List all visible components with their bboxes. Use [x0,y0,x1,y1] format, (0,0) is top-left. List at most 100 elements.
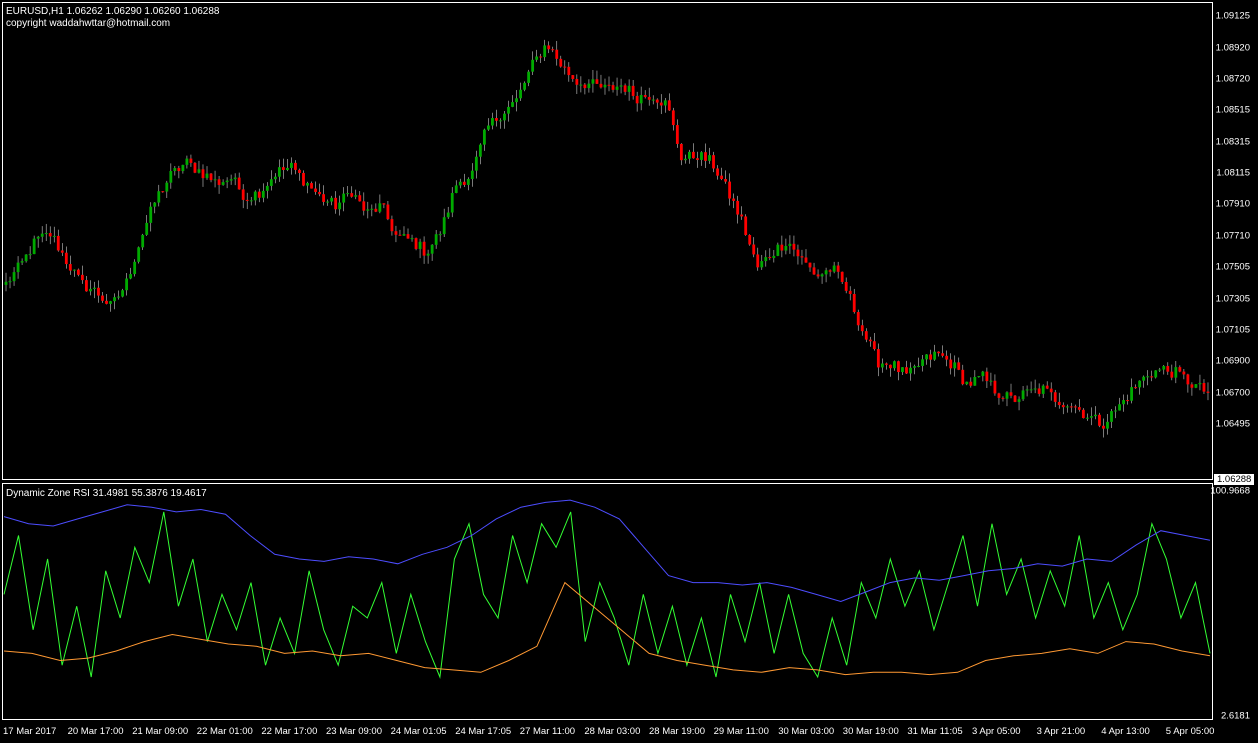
bull-candle [265,185,269,191]
bear-candle [80,274,84,281]
bear-candle [1049,388,1053,393]
bear-candle [161,191,165,193]
bear-candle [374,208,378,212]
bull-candle [688,151,691,159]
bull-candle [169,171,173,183]
bear-candle [1186,374,1190,385]
bear-candle [394,231,398,235]
bear-candle [68,264,72,271]
bear-candle [780,244,784,251]
bear-candle [318,191,321,195]
bear-candle [740,214,744,217]
price-tick-label: 1.06700 [1215,387,1250,399]
bull-candle [93,287,96,289]
bear-candle [362,201,366,211]
bull-candle [683,158,687,161]
bear-candle [1081,409,1085,419]
bear-candle [209,173,213,181]
bear-candle [1045,385,1049,389]
bull-candle [832,265,836,272]
bear-candle [800,256,804,258]
bull-candle [1194,384,1198,388]
bull-candle [619,85,623,87]
bull-candle [925,354,928,360]
chart-canvas[interactable] [0,0,1258,743]
bear-candle [852,293,856,313]
bear-candle [1069,406,1073,408]
price-tick-label: 1.06495 [1215,418,1250,430]
bear-candle [1013,395,1017,402]
bear-candle [828,270,832,272]
time-tick-label: 30 Mar 03:00 [778,726,835,737]
bear-candle [945,355,949,360]
bull-candle [225,180,229,183]
bear-candle [422,241,426,256]
time-tick-label: 5 Apr 05:00 [1165,726,1215,737]
bull-candle [933,351,937,360]
bear-candle [704,152,707,161]
bull-candle [1029,389,1033,391]
bull-candle [1065,406,1069,408]
bull-candle [454,185,458,193]
bull-candle [507,106,510,114]
bull-candle [921,359,924,366]
bull-candle [1110,411,1113,422]
bull-candle [109,301,112,304]
bear-candle [716,168,719,176]
bull-candle [133,261,137,275]
bear-candle [201,169,205,179]
bull-candle [603,84,607,88]
bull-candle [1146,376,1150,378]
bull-candle [511,102,514,107]
bull-candle [40,233,44,237]
bear-candle [848,290,852,294]
bull-candle [764,257,768,262]
bear-candle [748,234,752,245]
time-tick-label: 4 Apr 13:00 [1101,726,1150,737]
bull-candle [129,274,133,279]
bull-candle [1005,392,1009,399]
bear-candle [1057,401,1061,406]
bear-candle [599,83,603,88]
bear-candle [76,269,80,275]
bull-candle [474,156,478,171]
bull-candle [221,182,225,185]
bull-candle [24,254,28,262]
bear-candle [872,341,876,350]
bull-candle [953,362,957,369]
bull-candle [1021,390,1025,400]
time-tick-label: 22 Mar 17:00 [261,726,318,737]
bull-candle [880,363,884,368]
bull-candle [16,262,20,273]
bear-candle [1190,384,1194,388]
bull-candle [639,95,643,104]
bull-candle [233,177,237,180]
bear-candle [97,287,100,296]
bull-candle [153,202,157,207]
price-tick-label: 1.09125 [1215,10,1250,22]
bull-candle [20,261,24,263]
bull-candle [1085,417,1089,419]
bull-candle [277,167,281,177]
bull-candle [149,206,153,223]
bear-candle [985,371,989,382]
bear-candle [961,369,965,385]
bull-candle [515,98,518,103]
bull-candle [1114,410,1117,412]
bull-candle [663,100,667,106]
bear-candle [567,66,571,76]
bear-candle [1126,400,1129,402]
bull-candle [330,197,334,202]
bull-candle [478,144,482,157]
price-tick-label: 1.07105 [1215,324,1250,336]
bear-candle [667,100,671,111]
price-tick-label: 1.06900 [1215,355,1250,367]
bull-candle [113,297,116,302]
bull-candle [1138,380,1142,388]
bull-candle [1142,376,1146,381]
bear-candle [1053,392,1057,402]
bear-candle [1134,387,1138,389]
price-tick-label: 1.08115 [1216,167,1250,179]
bull-candle [1154,370,1158,378]
bull-candle [965,381,969,385]
